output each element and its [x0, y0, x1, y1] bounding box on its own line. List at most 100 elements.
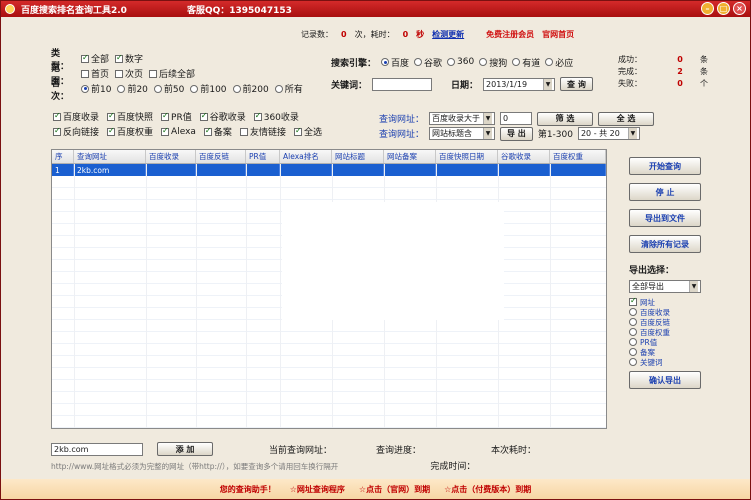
done-value: 2 [677, 66, 683, 76]
radio-icon [629, 338, 637, 346]
export-range-button[interactable]: 导 出 [500, 126, 533, 141]
field-baidu-snapshot[interactable]: 百度快照 [107, 110, 153, 123]
export-option-beian[interactable]: 备案 [629, 347, 705, 357]
field-google-index[interactable]: 谷歌收录 [199, 110, 246, 123]
add-url-button[interactable]: 添 加 [157, 442, 213, 456]
date-picker[interactable]: 2013/1/19 ▼ [483, 77, 556, 91]
column-header[interactable]: 百度权重 [550, 150, 606, 163]
radio-icon [545, 58, 554, 66]
radio-icon [381, 58, 390, 66]
filter-button[interactable]: 筛 选 [537, 111, 594, 126]
export-option-url[interactable]: 网址 [629, 296, 705, 307]
export-option-pr[interactable]: PR值 [629, 337, 705, 347]
maximize-button[interactable]: □ [717, 2, 730, 15]
footer-bar: 您的查询助手！ ☆网址查询程序 ☆点击（官网）到期 ☆点击（付费版本）到期 [1, 479, 750, 499]
keyword-input[interactable] [372, 77, 433, 91]
type-checkbox-digit[interactable]: 数字 [115, 52, 143, 65]
engine-radio-sogou[interactable]: 搜狗 [479, 56, 507, 69]
depth-radio-50[interactable]: 前50 [153, 82, 184, 95]
close-button[interactable]: × [733, 2, 746, 15]
url-input[interactable]: 2kb.com [51, 442, 143, 456]
side-panel: 开始查询 停 止 导出到文件 清除所有记录 导出选择： 全部导出▼ 网址 百度收… [629, 157, 705, 397]
official-site-link[interactable]: 官网首页 [542, 29, 574, 40]
field-beian[interactable]: 备案 [203, 125, 232, 138]
footer-item[interactable]: ☆网址查询程序 [290, 484, 345, 495]
checkbox-icon [203, 126, 212, 136]
column-header[interactable]: PR值 [246, 150, 280, 163]
check-update-link[interactable]: 检测更新 [432, 29, 464, 40]
chevron-down-icon: ▼ [543, 78, 553, 90]
export-option-baidu-index[interactable]: 百度收录 [629, 307, 705, 317]
export-file-button[interactable]: 导出到文件 [629, 209, 701, 227]
table-cell: 1 [52, 164, 74, 176]
export-option-keyword[interactable]: 关键词 [629, 357, 705, 367]
depth-radio-20[interactable]: 前20 [117, 82, 148, 95]
page-range-select[interactable]: 20 - 共 20 ▼ [577, 127, 640, 140]
column-header[interactable]: 百度快照日期 [436, 150, 498, 163]
field-360-index[interactable]: 360收录 [253, 110, 299, 123]
engine-radio-bing[interactable]: 必应 [545, 56, 573, 69]
checkbox-icon [199, 111, 208, 121]
filter-select-2[interactable]: 网站标题含 ▼ [429, 127, 496, 140]
engine-radio-baidu[interactable]: 百度 [381, 56, 409, 69]
scope-checkbox-rest[interactable]: 后续全部 [149, 67, 195, 80]
engine-radio-google[interactable]: 谷歌 [414, 56, 442, 69]
table-cell [550, 164, 606, 176]
footer-item[interactable]: 您的查询助手！ [220, 484, 276, 495]
footer-item[interactable]: ☆点击（官网）到期 [359, 484, 430, 495]
radio-icon [447, 58, 456, 66]
column-header[interactable]: 网站标题 [332, 150, 384, 163]
footer-item[interactable]: ☆点击（付费版本）到期 [444, 484, 531, 495]
field-friend-links[interactable]: 友情链接 [239, 125, 286, 138]
select-all-button[interactable]: 全 选 [598, 111, 655, 126]
title-bar[interactable]: 百度搜索排名查询工具2.0 客服QQ：1395047153 – □ × [1, 1, 750, 17]
options-panel: 类型： 全部 数字 范围： 首页 次页 后续全部 名次： 前10 前20 前50… [51, 49, 321, 102]
column-header[interactable]: 百度收录 [146, 150, 196, 163]
depth-radio-200[interactable]: 前200 [232, 82, 269, 95]
confirm-export-button[interactable]: 确认导出 [629, 371, 701, 389]
export-option-baidu-weight[interactable]: 百度权重 [629, 327, 705, 337]
column-header[interactable]: 谷歌收录 [498, 150, 550, 163]
minimize-button[interactable]: – [701, 2, 714, 15]
radio-icon [512, 58, 521, 66]
column-header[interactable]: 序 [52, 150, 74, 163]
app-icon [5, 4, 15, 14]
radio-icon [479, 58, 488, 66]
filter-select-1[interactable]: 百度收录大于 ▼ [429, 112, 496, 125]
column-header[interactable]: Alexa排名 [280, 150, 332, 163]
field-pr[interactable]: PR值 [161, 110, 192, 123]
depth-radio-all[interactable]: 所有 [274, 82, 303, 95]
engine-radio-360[interactable]: 360 [447, 57, 474, 67]
filter-value-input[interactable]: 0 [500, 112, 533, 125]
radio-icon [629, 328, 637, 336]
column-header[interactable]: 网站备案 [384, 150, 436, 163]
export-select[interactable]: 全部导出 ▼ [629, 280, 701, 293]
stop-button[interactable]: 停 止 [629, 183, 701, 201]
scope-checkbox-first[interactable]: 首页 [81, 67, 109, 80]
clear-records-button[interactable]: 清除所有记录 [629, 235, 701, 253]
field-baidu-weight[interactable]: 百度权重 [107, 125, 153, 138]
radio-icon [117, 84, 126, 93]
start-query-button[interactable]: 开始查询 [629, 157, 701, 175]
field-baidu-index[interactable]: 百度收录 [53, 110, 99, 123]
engine-radio-youdao[interactable]: 有道 [512, 56, 540, 69]
filter-panel: 查询网址： 百度收录大于 ▼ 0 筛 选 全 选 查询网址： 网站标题含 ▼ 导 出… [379, 111, 709, 141]
scope-checkbox-second[interactable]: 次页 [115, 67, 143, 80]
field-alexa[interactable]: Alexa [161, 126, 196, 137]
depth-radio-10[interactable]: 前10 [81, 82, 111, 95]
engine-panel: 搜索引擎： 百度 谷歌 360 搜狗 有道 必应 关键词： 日期： 2013/1… [331, 53, 611, 93]
query-button[interactable]: 查 询 [560, 77, 593, 91]
bottom-panel: 2kb.com 添 加 当前查询网址： 查询进度： 本次耗时： http://w… [51, 441, 711, 473]
field-select-all[interactable]: 全选 [293, 125, 322, 138]
type-checkbox-all[interactable]: 全部 [81, 52, 109, 65]
column-header[interactable]: 查询网址 [74, 150, 146, 163]
table-row[interactable]: 1 2kb.com [52, 164, 606, 176]
column-header[interactable]: 百度反链 [196, 150, 246, 163]
field-backlinks[interactable]: 反向链接 [53, 125, 99, 138]
radio-icon [629, 308, 637, 316]
results-table[interactable]: 序 查询网址 百度收录 百度反链 PR值 Alexa排名 网站标题 网站备案 百… [51, 149, 607, 429]
depth-radio-100[interactable]: 前100 [190, 82, 227, 95]
register-link[interactable]: 免费注册会员 [486, 29, 534, 40]
fail-value: 0 [677, 78, 683, 88]
export-option-baidu-backlinks[interactable]: 百度反链 [629, 317, 705, 327]
